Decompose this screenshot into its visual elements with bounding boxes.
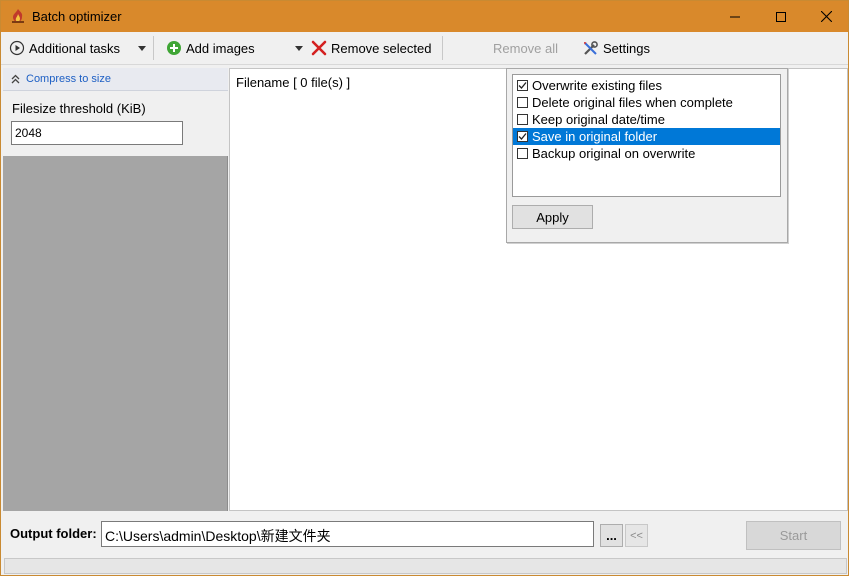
- progress-bar: [4, 558, 847, 574]
- output-folder-label: Output folder:: [10, 526, 97, 541]
- add-circle-icon: [166, 40, 182, 56]
- toolbar-divider: [442, 36, 443, 60]
- option-keep-date-time[interactable]: Keep original date/time: [513, 111, 780, 128]
- threshold-label: Filesize threshold (KiB): [12, 101, 146, 116]
- minimize-icon: [730, 16, 740, 17]
- output-folder-input[interactable]: C:\Users\admin\Desktop\新建文件夹: [101, 521, 594, 547]
- minimize-button[interactable]: [712, 1, 758, 32]
- settings-button[interactable]: Settings: [582, 32, 650, 64]
- browse-button[interactable]: ...: [600, 524, 623, 547]
- remove-selected-label: Remove selected: [331, 40, 432, 56]
- reset-folder-button[interactable]: <<: [625, 524, 648, 547]
- threshold-input[interactable]: 2048: [11, 121, 183, 145]
- task-panel: Compress to size Filesize threshold (KiB…: [3, 68, 228, 511]
- window-title: Batch optimizer: [32, 9, 122, 24]
- toolbar: Additional tasks Add images Remove selec…: [1, 32, 848, 65]
- section-title: Compress to size: [26, 73, 111, 85]
- add-images-label: Add images: [186, 40, 255, 56]
- option-label: Overwrite existing files: [532, 78, 663, 93]
- output-bar: Output folder: C:\Users\admin\Desktop\新建…: [1, 512, 848, 575]
- checkbox-checked-icon[interactable]: [517, 80, 528, 91]
- checkbox-checked-icon[interactable]: [517, 131, 528, 142]
- remove-selected-button[interactable]: Remove selected: [311, 32, 431, 64]
- option-label: Backup original on overwrite: [532, 146, 696, 161]
- option-overwrite-existing[interactable]: Overwrite existing files: [513, 77, 780, 94]
- title-bar: Batch optimizer: [1, 1, 848, 32]
- start-button[interactable]: Start: [746, 521, 841, 550]
- remove-all-label: Remove all: [493, 40, 559, 56]
- checkbox-unchecked-icon[interactable]: [517, 114, 528, 125]
- tools-icon: [582, 40, 599, 57]
- checkbox-unchecked-icon[interactable]: [517, 148, 528, 159]
- compress-to-size-header[interactable]: Compress to size: [3, 68, 228, 91]
- options-checklist[interactable]: Overwrite existing files Delete original…: [512, 74, 781, 197]
- maximize-button[interactable]: [758, 1, 804, 32]
- chevron-down-icon: [138, 45, 146, 51]
- option-label: Keep original date/time: [532, 112, 665, 127]
- option-label: Delete original files when complete: [532, 95, 733, 110]
- red-x-icon: [311, 40, 327, 56]
- batch-optimizer-window: Batch optimizer Additional tasks Add ima…: [0, 0, 849, 576]
- apply-button[interactable]: Apply: [512, 205, 593, 229]
- maximize-icon: [776, 11, 786, 22]
- additional-tasks-label: Additional tasks: [29, 40, 121, 56]
- filename-column-header[interactable]: Filename [ 0 file(s) ]: [236, 75, 350, 90]
- option-delete-original[interactable]: Delete original files when complete: [513, 94, 780, 111]
- chevron-down-icon: [295, 45, 303, 51]
- close-icon: [820, 11, 832, 22]
- close-button[interactable]: [803, 1, 849, 32]
- play-circle-icon: [9, 40, 25, 56]
- toolbar-divider: [153, 36, 154, 60]
- settings-label: Settings: [603, 40, 650, 56]
- remove-all-button[interactable]: Remove all: [493, 32, 558, 64]
- add-images-dropdown[interactable]: [295, 32, 303, 64]
- flame-app-icon: [10, 8, 26, 24]
- option-save-in-original-folder[interactable]: Save in original folder: [513, 128, 780, 145]
- option-label: Save in original folder: [532, 129, 658, 144]
- double-chevron-up-icon: [11, 74, 20, 84]
- add-images-button[interactable]: Add images: [166, 32, 255, 64]
- checkbox-unchecked-icon[interactable]: [517, 97, 528, 108]
- additional-tasks-dropdown[interactable]: [138, 32, 146, 64]
- option-backup-original[interactable]: Backup original on overwrite: [513, 145, 780, 162]
- settings-popup: Overwrite existing files Delete original…: [506, 68, 788, 243]
- additional-tasks-button[interactable]: Additional tasks: [9, 32, 120, 64]
- compress-to-size-body: Filesize threshold (KiB) 2048: [3, 91, 228, 156]
